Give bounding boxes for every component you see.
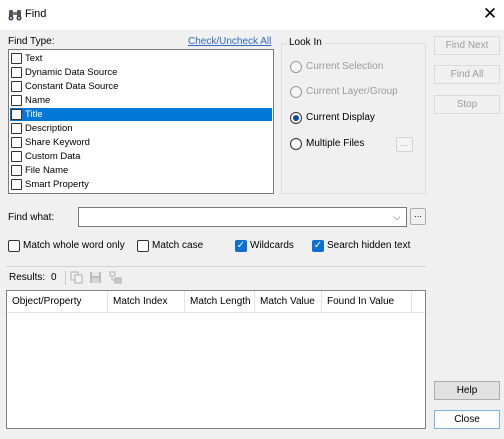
look-in-label: Look In <box>287 37 324 48</box>
save-icon[interactable] <box>89 271 103 284</box>
checkbox[interactable] <box>11 179 22 190</box>
results-label: Results: <box>9 272 46 283</box>
current-display-label: Current Display <box>306 112 375 123</box>
list-item-smart-property[interactable]: Smart Property <box>10 178 272 191</box>
stop-button[interactable]: Stop <box>434 95 500 114</box>
list-item-description[interactable]: Description <box>10 122 272 135</box>
multiple-files-label: Multiple Files <box>306 138 365 149</box>
results-table[interactable]: Object/Property Match Index Match Length… <box>6 290 426 429</box>
results-count: 0 <box>51 272 57 283</box>
checkbox[interactable] <box>11 151 22 162</box>
copy-icon[interactable] <box>70 271 84 284</box>
toolbar-separator <box>65 271 66 285</box>
select-objects-icon[interactable] <box>109 271 123 284</box>
column-header-match-length[interactable]: Match Length <box>185 291 255 313</box>
find-type-list[interactable]: Text Dynamic Data Source Constant Data S… <box>8 49 274 194</box>
radio-current-layer-group[interactable] <box>290 86 302 98</box>
list-item-name[interactable]: Name <box>10 94 272 107</box>
find-next-button[interactable]: Find Next <box>434 36 500 55</box>
find-what-label: Find what: <box>8 212 55 223</box>
search-hidden-text-label: Search hidden text <box>327 240 411 251</box>
close-icon[interactable]: ✕ <box>480 4 500 24</box>
current-layer-group-label: Current Layer/Group <box>306 86 398 97</box>
list-item-text[interactable]: Text <box>10 52 272 65</box>
checkbox[interactable] <box>11 109 22 120</box>
window-title: Find <box>25 8 47 20</box>
list-item-custom-data[interactable]: Custom Data <box>10 150 272 163</box>
chevron-down-icon[interactable]: ⌵ <box>389 208 405 226</box>
radio-current-selection[interactable] <box>290 61 302 73</box>
search-hidden-text-checkbox[interactable]: ✓ <box>312 240 324 252</box>
checkbox[interactable] <box>11 137 22 148</box>
wildcards-checkbox[interactable]: ✓ <box>235 240 247 252</box>
find-what-combobox[interactable] <box>78 207 407 227</box>
match-whole-word-label: Match whole word only <box>23 240 125 251</box>
title-bar <box>0 0 504 30</box>
column-header-object-property[interactable]: Object/Property <box>7 291 108 313</box>
current-selection-label: Current Selection <box>306 61 384 72</box>
checkbox[interactable] <box>11 165 22 176</box>
list-item-title[interactable]: Title <box>10 108 272 121</box>
checkbox[interactable] <box>11 67 22 78</box>
checkbox[interactable] <box>11 123 22 134</box>
checkbox[interactable] <box>11 95 22 106</box>
list-item-file-name[interactable]: File Name <box>10 164 272 177</box>
checkbox[interactable] <box>11 53 22 64</box>
find-what-browse-button[interactable]: ... <box>410 208 426 225</box>
results-toolbar <box>6 266 426 289</box>
list-item-share-keyword[interactable]: Share Keyword <box>10 136 272 149</box>
match-case-checkbox[interactable] <box>137 240 149 252</box>
wildcards-label: Wildcards <box>250 240 294 251</box>
column-header-match-value[interactable]: Match Value <box>255 291 322 313</box>
radio-current-display[interactable] <box>290 112 302 124</box>
match-case-label: Match case <box>152 240 204 251</box>
list-item-dynamic-data-source[interactable]: Dynamic Data Source <box>10 66 272 79</box>
list-item-constant-data-source[interactable]: Constant Data Source <box>10 80 272 93</box>
close-button[interactable]: Close <box>434 410 500 429</box>
find-type-label: Find Type: <box>8 36 55 47</box>
help-button[interactable]: Help <box>434 381 500 400</box>
column-header-match-index[interactable]: Match Index <box>108 291 185 313</box>
multiple-files-browse-button[interactable]: ... <box>396 137 413 152</box>
match-whole-word-checkbox[interactable] <box>8 240 20 252</box>
column-header-found-in-value[interactable]: Found In Value <box>322 291 412 313</box>
radio-multiple-files[interactable] <box>290 138 302 150</box>
find-all-button[interactable]: Find All <box>434 65 500 84</box>
checkbox[interactable] <box>11 81 22 92</box>
binoculars-icon <box>8 10 22 21</box>
check-uncheck-all-link[interactable]: Check/Uncheck All <box>188 36 271 47</box>
